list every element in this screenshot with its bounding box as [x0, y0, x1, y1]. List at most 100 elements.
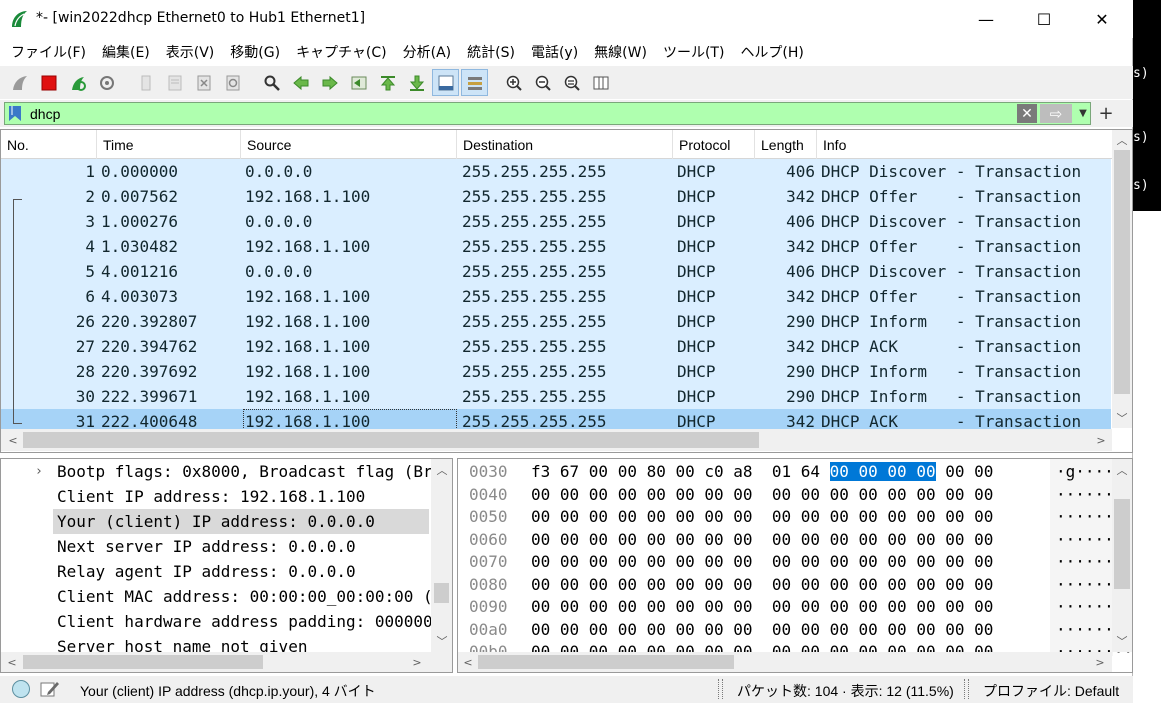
details-hscrollbar[interactable]: < >: [1, 652, 452, 672]
zoom-out-icon[interactable]: [529, 69, 556, 96]
capture-options-icon[interactable]: [93, 69, 120, 96]
packet-list-vscrollbar[interactable]: ︿ ﹀: [1112, 130, 1132, 428]
scroll-up-icon[interactable]: ︿: [1114, 132, 1130, 148]
scrollbar-thumb[interactable]: [23, 432, 759, 448]
filter-history-dropdown-icon[interactable]: ▼: [1075, 104, 1091, 123]
display-filter-input[interactable]: [30, 105, 990, 123]
scrollbar-thumb[interactable]: [434, 583, 449, 603]
column-header-info[interactable]: Info: [817, 130, 1132, 159]
close-button[interactable]: ✕: [1073, 0, 1131, 38]
detail-row[interactable]: Your (client) IP address: 0.0.0.0: [1, 509, 431, 534]
bytes-row[interactable]: 0090 00 00 00 00 00 00 00 00 00 00 00 00 …: [458, 596, 1132, 619]
scrollbar-thumb[interactable]: [1114, 150, 1130, 394]
bytes-row[interactable]: 0050 00 00 00 00 00 00 00 00 00 00 00 00 …: [458, 506, 1132, 529]
scroll-left-icon[interactable]: <: [5, 432, 21, 448]
scrollbar-thumb[interactable]: [23, 655, 263, 669]
menu-help[interactable]: ヘルプ(H): [732, 42, 811, 62]
bytes-row[interactable]: 0030 f3 67 00 00 80 00 c0 a8 01 64 00 00 …: [458, 461, 1132, 484]
scroll-down-icon[interactable]: ﹀: [1114, 633, 1130, 649]
go-back-icon[interactable]: [287, 69, 314, 96]
minimize-button[interactable]: —: [957, 0, 1015, 38]
go-last-icon[interactable]: [403, 69, 430, 96]
expert-info-icon[interactable]: [12, 680, 30, 698]
scroll-down-icon[interactable]: ﹀: [434, 633, 450, 649]
menu-tools[interactable]: ツール(T): [655, 42, 732, 62]
scroll-right-icon[interactable]: >: [409, 654, 425, 670]
packet-list-hscrollbar[interactable]: < >: [1, 429, 1112, 451]
column-header-time[interactable]: Time: [97, 130, 241, 159]
menu-telephony[interactable]: 電話(y): [523, 42, 586, 62]
packet-row[interactable]: 3 1.000276 0.0.0.0 255.255.255.255 DHCP 406 DH…: [1, 209, 1111, 234]
detail-row[interactable]: Client IP address: 192.168.1.100: [1, 484, 431, 509]
scroll-down-icon[interactable]: ﹀: [1114, 410, 1130, 426]
packet-row[interactable]: 6 4.003073 192.168.1.100 255.255.255.255 DHC…: [1, 284, 1111, 309]
scrollbar-thumb[interactable]: [478, 655, 734, 669]
packet-row[interactable]: 27 220.394762 192.168.1.100 255.255.255.255…: [1, 334, 1111, 359]
scrollbar-thumb[interactable]: [1114, 499, 1130, 589]
bytes-row[interactable]: 0040 00 00 00 00 00 00 00 00 00 00 00 00 …: [458, 484, 1132, 507]
zoom-in-icon[interactable]: [500, 69, 527, 96]
bytes-row[interactable]: 0070 00 00 00 00 00 00 00 00 00 00 00 00 …: [458, 551, 1132, 574]
scroll-left-icon[interactable]: <: [4, 654, 20, 670]
colorize-icon[interactable]: [461, 69, 488, 96]
column-header-length[interactable]: Length: [755, 130, 817, 159]
scroll-right-icon[interactable]: >: [1093, 432, 1109, 448]
go-to-packet-icon[interactable]: [345, 69, 372, 96]
packet-row[interactable]: 1 0.000000 0.0.0.0 255.255.255.255 DHCP 406 DH…: [1, 159, 1111, 184]
go-forward-icon[interactable]: [316, 69, 343, 96]
column-header-destination[interactable]: Destination: [457, 130, 673, 159]
apply-filter-icon[interactable]: ⇨: [1040, 104, 1072, 123]
restart-capture-icon[interactable]: [64, 69, 91, 96]
shark-fin-start-icon[interactable]: [6, 69, 33, 96]
menu-capture[interactable]: キャプチャ(C): [288, 42, 395, 62]
scroll-up-icon[interactable]: ︿: [434, 462, 450, 478]
maximize-button[interactable]: ☐: [1015, 0, 1073, 38]
menu-edit[interactable]: 編集(E): [94, 42, 158, 62]
scroll-right-icon[interactable]: >: [1092, 654, 1108, 670]
details-vscrollbar[interactable]: ︿ ﹀: [431, 459, 452, 652]
packet-row[interactable]: 4 1.030482 192.168.1.100 255.255.255.255 DHC…: [1, 234, 1111, 259]
go-first-icon[interactable]: [374, 69, 401, 96]
autoscroll-icon[interactable]: [432, 69, 459, 96]
clear-filter-icon[interactable]: ✕: [1017, 104, 1037, 123]
menu-file[interactable]: ファイル(F): [3, 42, 94, 62]
bytes-row[interactable]: 0060 00 00 00 00 00 00 00 00 00 00 00 00 …: [458, 529, 1132, 552]
detail-row[interactable]: Client MAC address: 00:00:00_00:00:00 (0…: [1, 584, 431, 609]
resize-columns-icon[interactable]: [587, 69, 614, 96]
bookmark-icon[interactable]: [8, 105, 22, 122]
profile-status[interactable]: プロファイル: Default: [983, 681, 1119, 701]
menu-go[interactable]: 移動(G): [222, 42, 288, 62]
column-header-no[interactable]: No.: [1, 130, 97, 159]
bytes-row[interactable]: 00a0 00 00 00 00 00 00 00 00 00 00 00 00 …: [458, 619, 1132, 642]
detail-row[interactable]: Relay agent IP address: 0.0.0.0: [1, 559, 431, 584]
packet-row[interactable]: 5 4.001216 0.0.0.0 255.255.255.255 DHCP 406 DH…: [1, 259, 1111, 284]
packet-row[interactable]: 26 220.392807 192.168.1.100 255.255.255.255…: [1, 309, 1111, 334]
detail-row[interactable]: Client hardware address padding: 0000000…: [1, 609, 431, 634]
add-filter-button-icon[interactable]: +: [1096, 102, 1116, 124]
column-header-protocol[interactable]: Protocol: [673, 130, 755, 159]
find-packet-icon[interactable]: [258, 69, 285, 96]
save-file-icon[interactable]: [161, 69, 188, 96]
stop-capture-icon[interactable]: [35, 69, 62, 96]
packet-row[interactable]: 30 222.399671 192.168.1.100 255.255.255.255…: [1, 384, 1111, 409]
bytes-hscrollbar[interactable]: < >: [458, 652, 1112, 672]
detail-row[interactable]: › Bootp flags: 0x8000, Broadcast flag (Br…: [1, 459, 431, 484]
detail-row[interactable]: Next server IP address: 0.0.0.0: [1, 534, 431, 559]
expand-arrow-icon[interactable]: ›: [35, 459, 43, 484]
scroll-up-icon[interactable]: ︿: [1114, 462, 1130, 478]
bytes-vscrollbar[interactable]: ︿ ﹀: [1112, 459, 1132, 652]
packet-row[interactable]: 28 220.397692 192.168.1.100 255.255.255.255…: [1, 359, 1111, 384]
menu-view[interactable]: 表示(V): [158, 42, 223, 62]
menu-statistics[interactable]: 統計(S): [459, 42, 523, 62]
close-file-icon[interactable]: [190, 69, 217, 96]
open-file-icon[interactable]: [132, 69, 159, 96]
capture-comment-icon[interactable]: [40, 680, 60, 698]
menu-analyze[interactable]: 分析(A): [395, 42, 460, 62]
scroll-left-icon[interactable]: <: [460, 654, 476, 670]
packet-row[interactable]: 2 0.007562 192.168.1.100 255.255.255.255 DHC…: [1, 184, 1111, 209]
reload-file-icon[interactable]: [219, 69, 246, 96]
column-header-source[interactable]: Source: [241, 130, 457, 159]
bytes-row[interactable]: 0080 00 00 00 00 00 00 00 00 00 00 00 00 …: [458, 574, 1132, 597]
zoom-normal-icon[interactable]: [558, 69, 585, 96]
menu-wireless[interactable]: 無線(W): [586, 42, 655, 62]
